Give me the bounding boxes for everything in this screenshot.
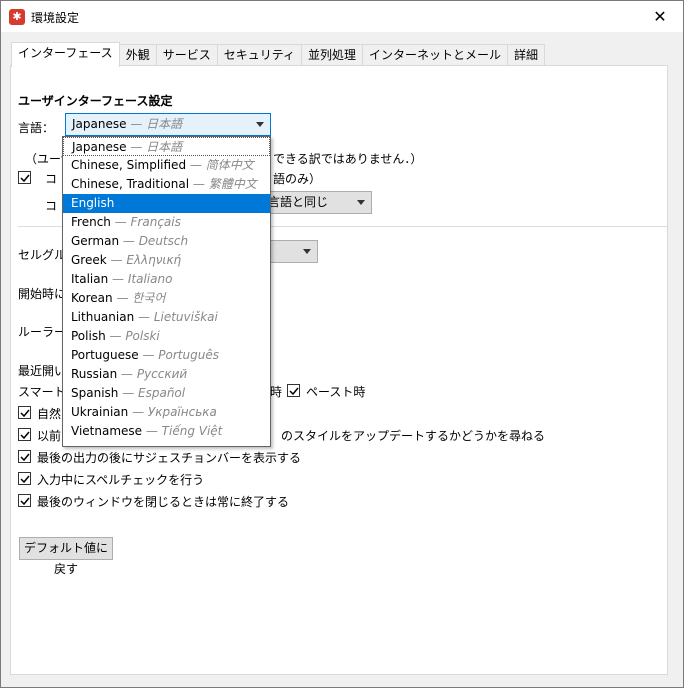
checkmark-icon (20, 431, 30, 440)
dropdown-option-english[interactable]: English (63, 194, 270, 213)
paste-label: ペースト時 (306, 385, 366, 399)
smart-quotes-typing-label: 時 (270, 385, 283, 399)
tab-services[interactable]: サービス (155, 44, 218, 66)
quit-on-close-checkbox[interactable] (18, 494, 31, 507)
dropdown-option-french[interactable]: French — Français (63, 213, 270, 232)
chevron-down-icon (303, 249, 311, 254)
menu-language-label-start: コ (45, 172, 58, 186)
dropdown-option-korean[interactable]: Korean — 한국어 (63, 289, 270, 308)
checkmark-icon (20, 497, 30, 506)
update-styles-label-end: のスタイルをアップデートするかどうかを尋ねる (281, 429, 546, 443)
dropdown-option-japanese[interactable]: Japanese — 日本語 (63, 137, 270, 156)
language-native: — 日本語 (126, 117, 183, 131)
close-icon[interactable]: ✕ (637, 1, 683, 32)
spellcheck-checkbox[interactable] (18, 472, 31, 485)
language-value: Japanese (72, 117, 127, 131)
checkmark-icon (20, 174, 30, 183)
dropdown-option-russian[interactable]: Russian — Русский (63, 365, 270, 384)
quit-on-close-label: 最後のウィンドウを閉じるときは常に終了する (37, 495, 290, 509)
natural-label: 自然 (37, 407, 62, 421)
title-bar: ✱ 環境設定 ✕ (1, 1, 683, 32)
language-combobox[interactable]: Japanese — 日本語 (65, 113, 271, 136)
startup-label: 開始時に (18, 287, 67, 301)
dropdown-option-polish[interactable]: Polish — Polski (63, 327, 270, 346)
dropdown-option-chinese-simplified[interactable]: Chinese, Simplified — 简体中文 (63, 156, 270, 175)
natural-checkbox[interactable] (18, 406, 31, 419)
checkmark-icon (289, 387, 299, 396)
tab-appearance[interactable]: 外観 (118, 44, 157, 66)
tab-security[interactable]: セキュリティ (216, 44, 302, 66)
checkmark-icon (20, 453, 30, 462)
language-dropdown-list: Japanese — 日本語 Chinese, Simplified — 简体中… (62, 136, 271, 447)
checkmark-icon (20, 475, 30, 484)
secondary-language-value: 言語と同じ (268, 195, 329, 209)
tab-advanced[interactable]: 詳細 (507, 44, 546, 66)
preferences-window: ✱ 環境設定 ✕ インターフェース 外観 サービス セキュリティ 並列処理 イン… (0, 0, 684, 688)
dropdown-option-italian[interactable]: Italian — Italiano (63, 270, 270, 289)
tab-interface[interactable]: インターフェース (11, 42, 120, 67)
update-styles-checkbox[interactable] (18, 428, 31, 441)
secondary-language-combobox[interactable]: 言語と同じ (261, 191, 372, 214)
spellcheck-label: 入力中にスペルチェックを行う (37, 473, 205, 487)
chevron-down-icon (357, 200, 365, 205)
recent-files-label: 最近開い (18, 364, 67, 378)
reset-defaults-button[interactable]: デフォルト値に戻す (19, 537, 113, 576)
section-heading: ユーザインターフェース設定 (18, 94, 173, 108)
cell-group-label: セルグル (18, 248, 67, 262)
suggestion-bar-checkbox[interactable] (18, 450, 31, 463)
secondary-language-label: コ (45, 199, 58, 213)
suggestion-bar-label: 最後の出力の後にサジェスチョンバーを表示する (37, 451, 302, 465)
app-icon: ✱ (9, 9, 25, 25)
dropdown-option-chinese-traditional[interactable]: Chinese, Traditional — 繁體中文 (63, 175, 270, 194)
language-note-end: できる訳ではありません．） (273, 152, 423, 166)
tab-internet-mail[interactable]: インターネットとメール (362, 44, 509, 66)
tab-parallel[interactable]: 並列処理 (301, 44, 364, 66)
dropdown-option-greek[interactable]: Greek — Ελληνική (63, 251, 270, 270)
dropdown-option-ukrainian[interactable]: Ukrainian — Українська (63, 403, 270, 422)
tab-strip: インターフェース 外観 サービス セキュリティ 並列処理 インターネットとメール… (11, 42, 546, 67)
menu-language-label-end: 語のみ） (273, 172, 322, 186)
dropdown-option-vietnamese[interactable]: Vietnamese — Tiếng Việt (63, 422, 270, 441)
update-styles-label-start: 以前 (37, 429, 62, 443)
dropdown-option-portuguese[interactable]: Portuguese — Português (63, 346, 270, 365)
checkmark-icon (20, 409, 30, 418)
paste-checkbox[interactable] (287, 384, 300, 397)
menu-language-checkbox[interactable] (18, 171, 31, 184)
language-label: 言語： (18, 121, 55, 135)
dropdown-option-german[interactable]: German — Deutsch (63, 232, 270, 251)
chevron-down-icon (256, 122, 264, 127)
dropdown-option-lithuanian[interactable]: Lithuanian — Lietuviškai (63, 308, 270, 327)
window-title: 環境設定 (31, 11, 80, 25)
dropdown-option-spanish[interactable]: Spanish — Español (63, 384, 270, 403)
